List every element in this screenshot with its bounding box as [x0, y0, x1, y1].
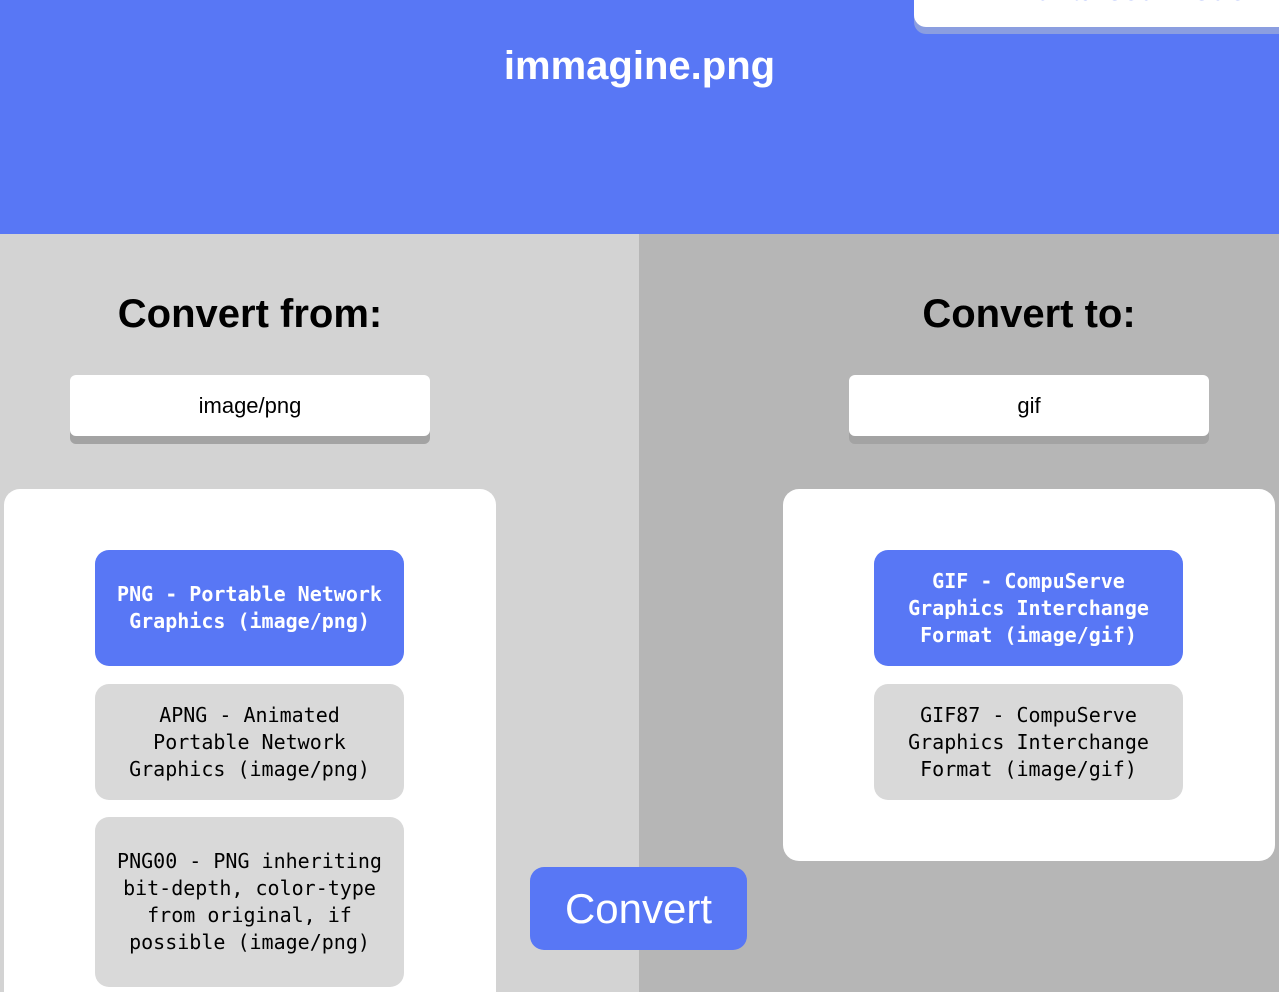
to-format-list — [783, 489, 1275, 861]
file-name-title: immagine.png — [503, 44, 776, 88]
from-format-option[interactable]: PNG00 - PNG inheriting bit-depth, color-… — [95, 817, 404, 987]
convert-from-heading: Convert from: — [117, 292, 383, 336]
from-format-option[interactable]: PNG - Portable Network Graphics (image/p… — [95, 550, 404, 666]
to-mime-field[interactable]: gif — [849, 375, 1209, 436]
convert-to-heading: Convert to: — [922, 292, 1136, 336]
advanced-mode-button[interactable]: Advanced mode — [914, 0, 1279, 27]
header: Advanced mode immagine.png — [0, 0, 1279, 234]
from-mime-field[interactable]: image/png — [70, 375, 430, 436]
advanced-mode-label: Advanced mode — [1014, 0, 1246, 8]
convert-button[interactable]: Convert — [530, 867, 747, 950]
to-format-option[interactable]: GIF87 - CompuServe Graphics Interchange … — [874, 684, 1183, 800]
from-format-option[interactable]: APNG - Animated Portable Network Graphic… — [95, 684, 404, 800]
to-format-option[interactable]: GIF - CompuServe Graphics Interchange Fo… — [874, 550, 1183, 666]
